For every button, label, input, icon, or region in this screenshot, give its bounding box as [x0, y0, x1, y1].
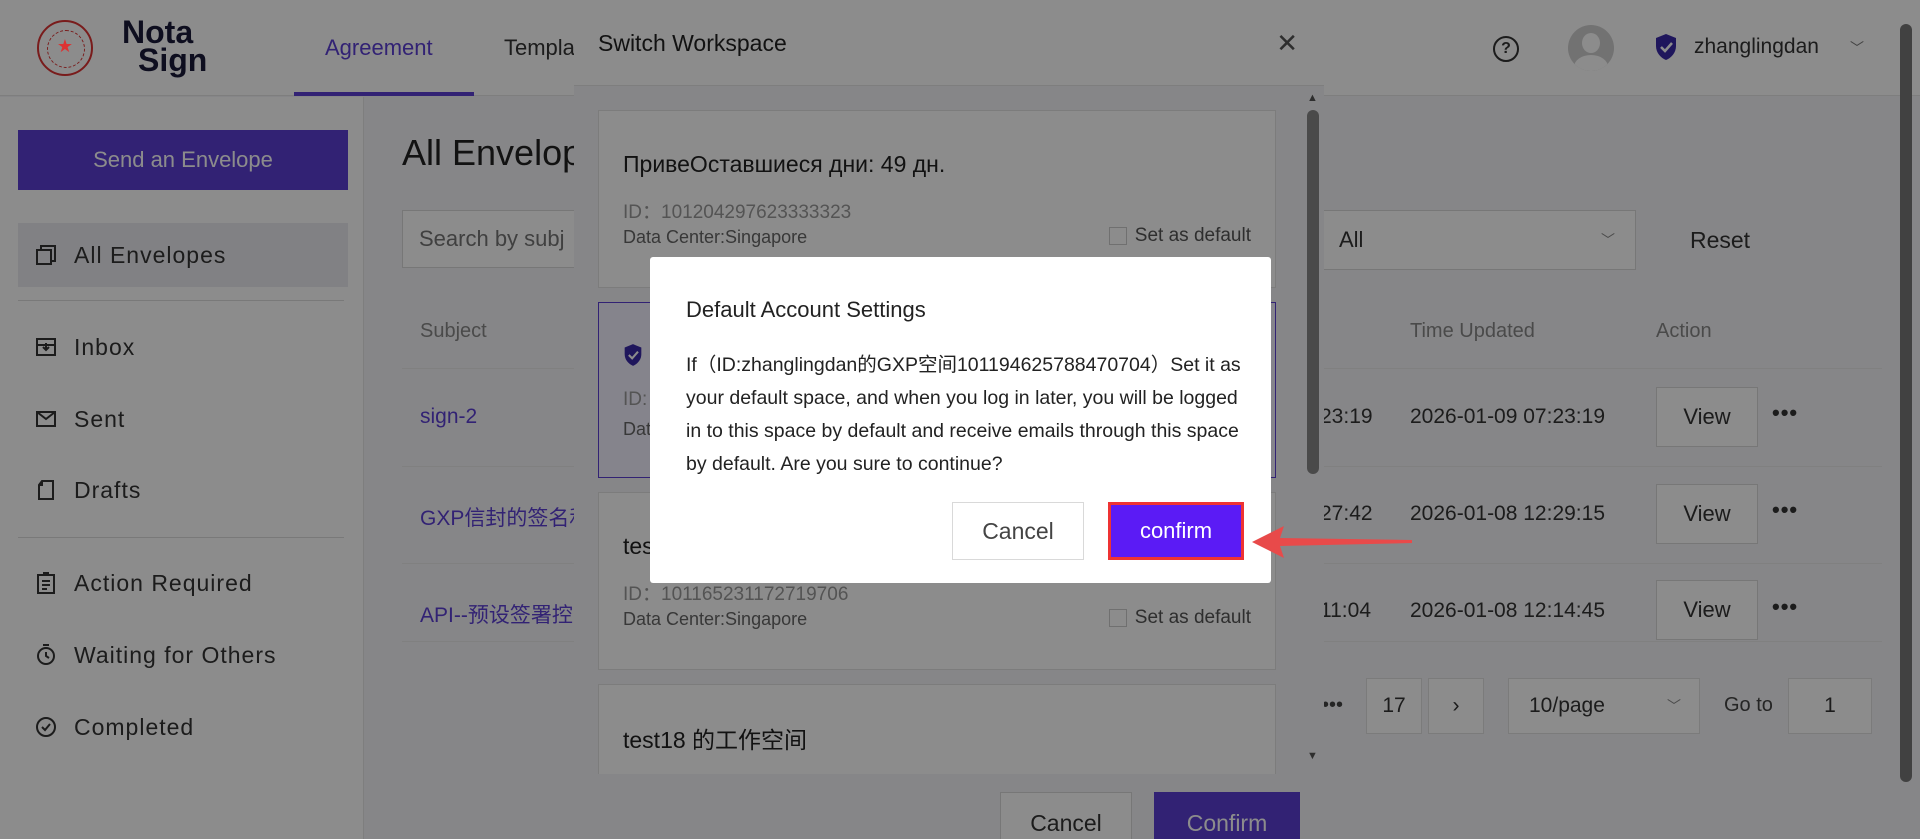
- dialog-title: Default Account Settings: [686, 297, 926, 322]
- dialog-cancel-button[interactable]: Cancel: [952, 502, 1084, 560]
- default-account-dialog: Default Account Settings If（ID:zhangling…: [650, 257, 1271, 583]
- dialog-message: If（ID:zhanglingdan的GXP空间1011946257884707…: [686, 354, 1241, 475]
- dialog-confirm-button[interactable]: confirm: [1108, 502, 1244, 560]
- arrow-annotation-icon: [1252, 526, 1412, 558]
